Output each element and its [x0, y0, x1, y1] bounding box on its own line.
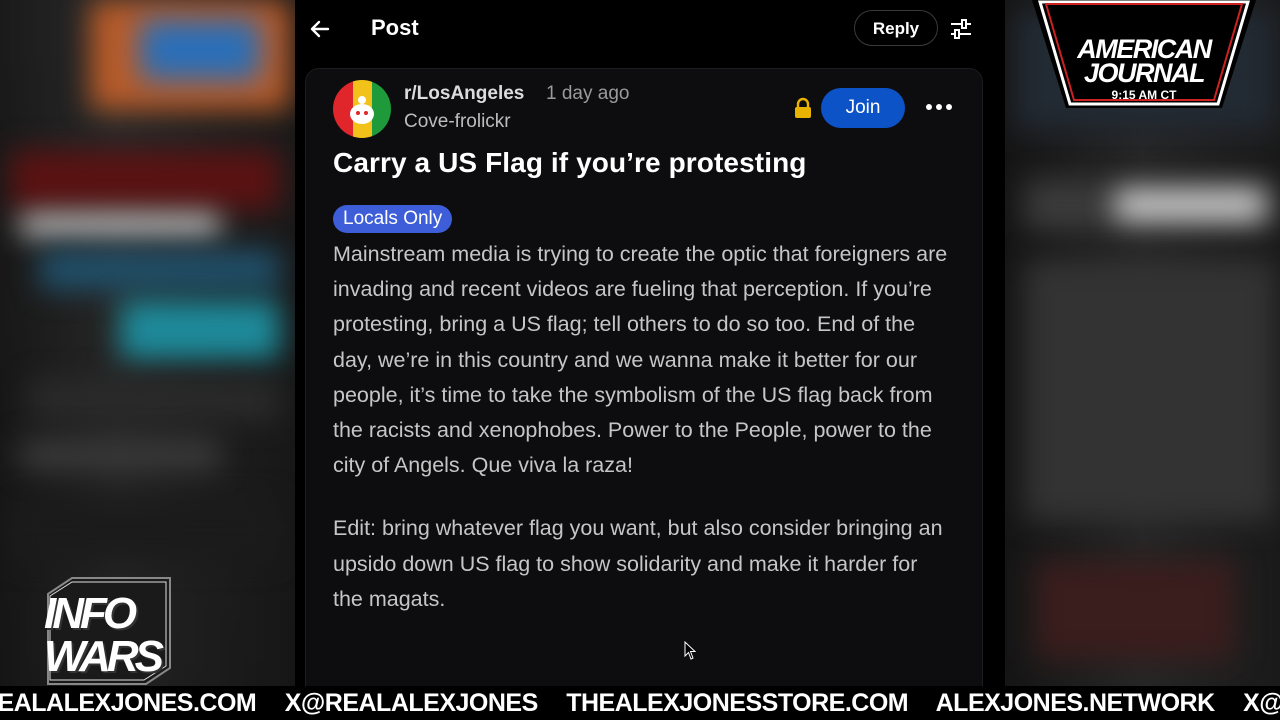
- broadcast-time: 9:15 AM CT: [1111, 88, 1177, 102]
- lock-icon: [795, 97, 811, 118]
- post-author[interactable]: Cove-frolickr: [404, 111, 511, 133]
- page-title: Post: [371, 15, 419, 40]
- subreddit-name[interactable]: r/LosAngeles: [404, 83, 524, 105]
- more-horizontal-icon[interactable]: [925, 95, 953, 119]
- post-body: Mainstream media is trying to create the…: [333, 237, 953, 617]
- ticker-item: ALEXJONES.NETWORK: [935, 689, 1216, 717]
- ticker-item: REALALEXJONES.COM: [0, 689, 257, 717]
- reddit-app: Post Reply r/LosAngeles 1 day ago Cove-f…: [295, 0, 1005, 710]
- post-edit-text: Edit: bring whatever flag you want, but …: [333, 516, 943, 611]
- american-journal-line2: JOURNAL: [1083, 58, 1206, 88]
- ticker-item: X@AJNLIVE: [1243, 689, 1280, 717]
- ticker-item: X@REALALEXJONES: [284, 689, 539, 717]
- post-card: r/LosAngeles 1 day ago Cove-frolickr Joi…: [305, 68, 983, 710]
- back-button[interactable]: [305, 14, 335, 44]
- ticker-items: REALALEXJONES.COM X@REALALEXJONES THEALE…: [0, 689, 1280, 718]
- ticker-item: THEALEXJONESSTORE.COM: [566, 689, 909, 717]
- top-bar: Post Reply: [295, 0, 1005, 58]
- join-button[interactable]: Join: [821, 88, 905, 128]
- reply-button[interactable]: Reply: [854, 10, 938, 46]
- post-time: 1 day ago: [546, 83, 630, 104]
- post-title: Carry a US Flag if you’re protesting: [333, 147, 807, 178]
- infowars-line2: WARS: [44, 632, 164, 681]
- subreddit-avatar[interactable]: [333, 80, 391, 138]
- bottom-ticker: REALALEXJONES.COM X@REALALEXJONES THEALE…: [0, 686, 1280, 720]
- mouse-cursor-icon: [684, 641, 697, 660]
- arrow-left-icon: [310, 20, 330, 38]
- sliders-icon[interactable]: [949, 18, 973, 40]
- post-body-text: Mainstream media is trying to create the…: [333, 242, 948, 478]
- subreddit-avatar-image: [333, 80, 391, 138]
- post-flair[interactable]: Locals Only: [333, 205, 453, 233]
